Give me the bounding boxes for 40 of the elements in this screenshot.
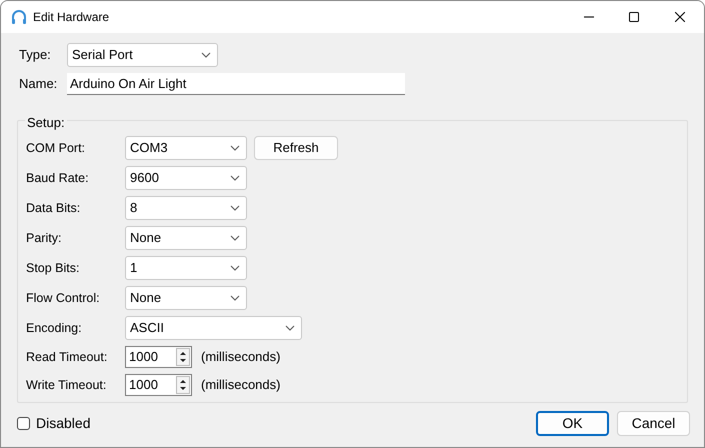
window-title: Edit Hardware bbox=[33, 9, 110, 26]
refresh-button[interactable]: Refresh bbox=[254, 136, 338, 160]
field-label: COM Port: bbox=[26, 140, 86, 157]
checkbox-label[interactable]: Disabled bbox=[36, 413, 90, 434]
chevron-down-icon bbox=[230, 175, 240, 181]
dropdown[interactable]: None bbox=[125, 226, 247, 250]
dialog-button[interactable]: Cancel bbox=[617, 411, 690, 436]
dropdown[interactable]: None bbox=[125, 286, 247, 310]
dropdown[interactable]: Serial Port bbox=[67, 43, 218, 67]
name-input-field[interactable]: Arduino On Air Light bbox=[67, 73, 405, 95]
chevron-down-icon bbox=[285, 325, 295, 331]
maximize-icon[interactable] bbox=[629, 12, 639, 22]
field-label: Type: bbox=[19, 46, 52, 64]
units-label: (milliseconds) bbox=[201, 376, 280, 394]
dropdown[interactable]: COM3 bbox=[125, 136, 247, 160]
dropdown[interactable]: 1 bbox=[125, 256, 247, 280]
chevron-down-icon bbox=[230, 235, 240, 241]
dropdown[interactable]: 9600 bbox=[125, 166, 247, 190]
number-spinner[interactable]: 1000 bbox=[125, 374, 192, 396]
number-spinner[interactable]: 1000 bbox=[125, 346, 192, 368]
field-label: Read Timeout: bbox=[26, 348, 108, 366]
dialog-button[interactable]: OK bbox=[536, 411, 609, 436]
field-label: Data Bits: bbox=[26, 200, 82, 217]
dropdown[interactable]: ASCII bbox=[125, 316, 302, 340]
field-label: Stop Bits: bbox=[26, 260, 80, 277]
field-label: Name: bbox=[19, 75, 58, 94]
field-label: Flow Control: bbox=[26, 290, 101, 307]
close-icon[interactable] bbox=[675, 12, 685, 22]
field-label: Write Timeout: bbox=[26, 376, 108, 394]
dropdown[interactable]: 8 bbox=[125, 196, 247, 220]
field-label: Baud Rate: bbox=[26, 170, 90, 187]
headphones-icon bbox=[11, 9, 27, 25]
field-label: Encoding: bbox=[26, 320, 83, 337]
field-label: Parity: bbox=[26, 230, 62, 247]
chevron-down-icon bbox=[230, 265, 240, 271]
chevron-down-icon bbox=[230, 205, 240, 211]
chevron-down-icon bbox=[230, 295, 240, 301]
units-label: (milliseconds) bbox=[201, 348, 280, 366]
chevron-down-icon bbox=[230, 145, 240, 151]
chevron-down-icon bbox=[201, 52, 211, 58]
